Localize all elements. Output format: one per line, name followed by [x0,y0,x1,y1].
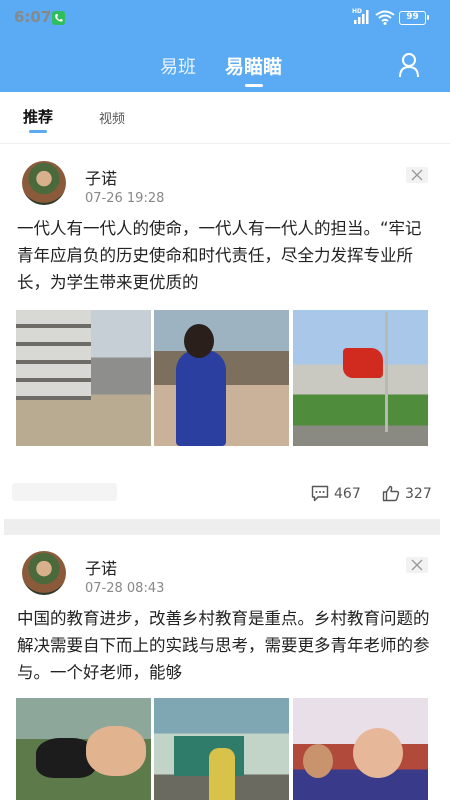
post-author[interactable]: 子诺 [85,165,117,189]
dismiss-post-button[interactable] [406,557,428,573]
wifi-icon [375,10,395,25]
avatar[interactable] [22,161,66,205]
thumbs-up-icon [382,485,400,502]
active-tab-indicator [245,84,263,87]
user-profile-icon[interactable] [398,52,420,78]
status-bar: 6:07 HD 99 [0,0,450,38]
status-time: 6:07 [14,8,52,26]
post-time: 07-26 19:28 [85,191,165,206]
close-icon [411,169,423,181]
blurred-tag [12,483,117,501]
subtab-recommend[interactable]: 推荐 [23,106,53,127]
dismiss-post-button[interactable] [406,167,428,183]
post-image-flag-raising[interactable] [293,310,428,446]
post-image-child-with-dog[interactable] [16,698,151,800]
battery-icon: 99 [399,11,429,25]
tab-yiban[interactable]: 易班 [160,53,196,79]
signal-icon [354,10,369,24]
post-text[interactable]: 一代人有一代人的使命，一代人有一代人的担当。“牢记青年应肩负的历史使命和时代责任… [17,215,435,296]
like-count: 327 [405,486,432,502]
post-image-children-playing[interactable] [154,310,289,446]
post-time: 07-28 08:43 [85,581,165,596]
feed-post[interactable]: 子诺 07-28 08:43 中国的教育进步，改善乡村教育是重点。乡村教育问题的… [0,535,450,800]
phone-call-icon [52,11,65,25]
avatar[interactable] [22,551,66,595]
post-image-classroom-teacher[interactable] [154,698,289,800]
app-header: 易班 易瞄瞄 [0,38,450,92]
close-icon [411,559,423,571]
tab-yimiaomiao[interactable]: 易瞄瞄 [225,52,282,79]
post-image-group-kids[interactable] [293,698,428,800]
post-image-school-building[interactable] [16,310,151,446]
comment-count: 467 [334,486,361,502]
active-subtab-indicator [29,130,47,133]
feed-post[interactable]: 子诺 07-26 19:28 一代人有一代人的使命，一代人有一代人的担当。“牢记… [0,145,450,519]
post-separator [4,519,440,535]
comment-icon [311,485,329,502]
post-author[interactable]: 子诺 [85,555,117,579]
post-text[interactable]: 中国的教育进步，改善乡村教育是重点。乡村教育问题的解决需要自下而上的实践与思考，… [17,605,435,686]
content-subtabs: 推荐 视频 [0,92,450,144]
subtab-video[interactable]: 视频 [99,108,125,127]
top-bar: 6:07 HD 99 易班 易瞄瞄 [0,0,450,92]
